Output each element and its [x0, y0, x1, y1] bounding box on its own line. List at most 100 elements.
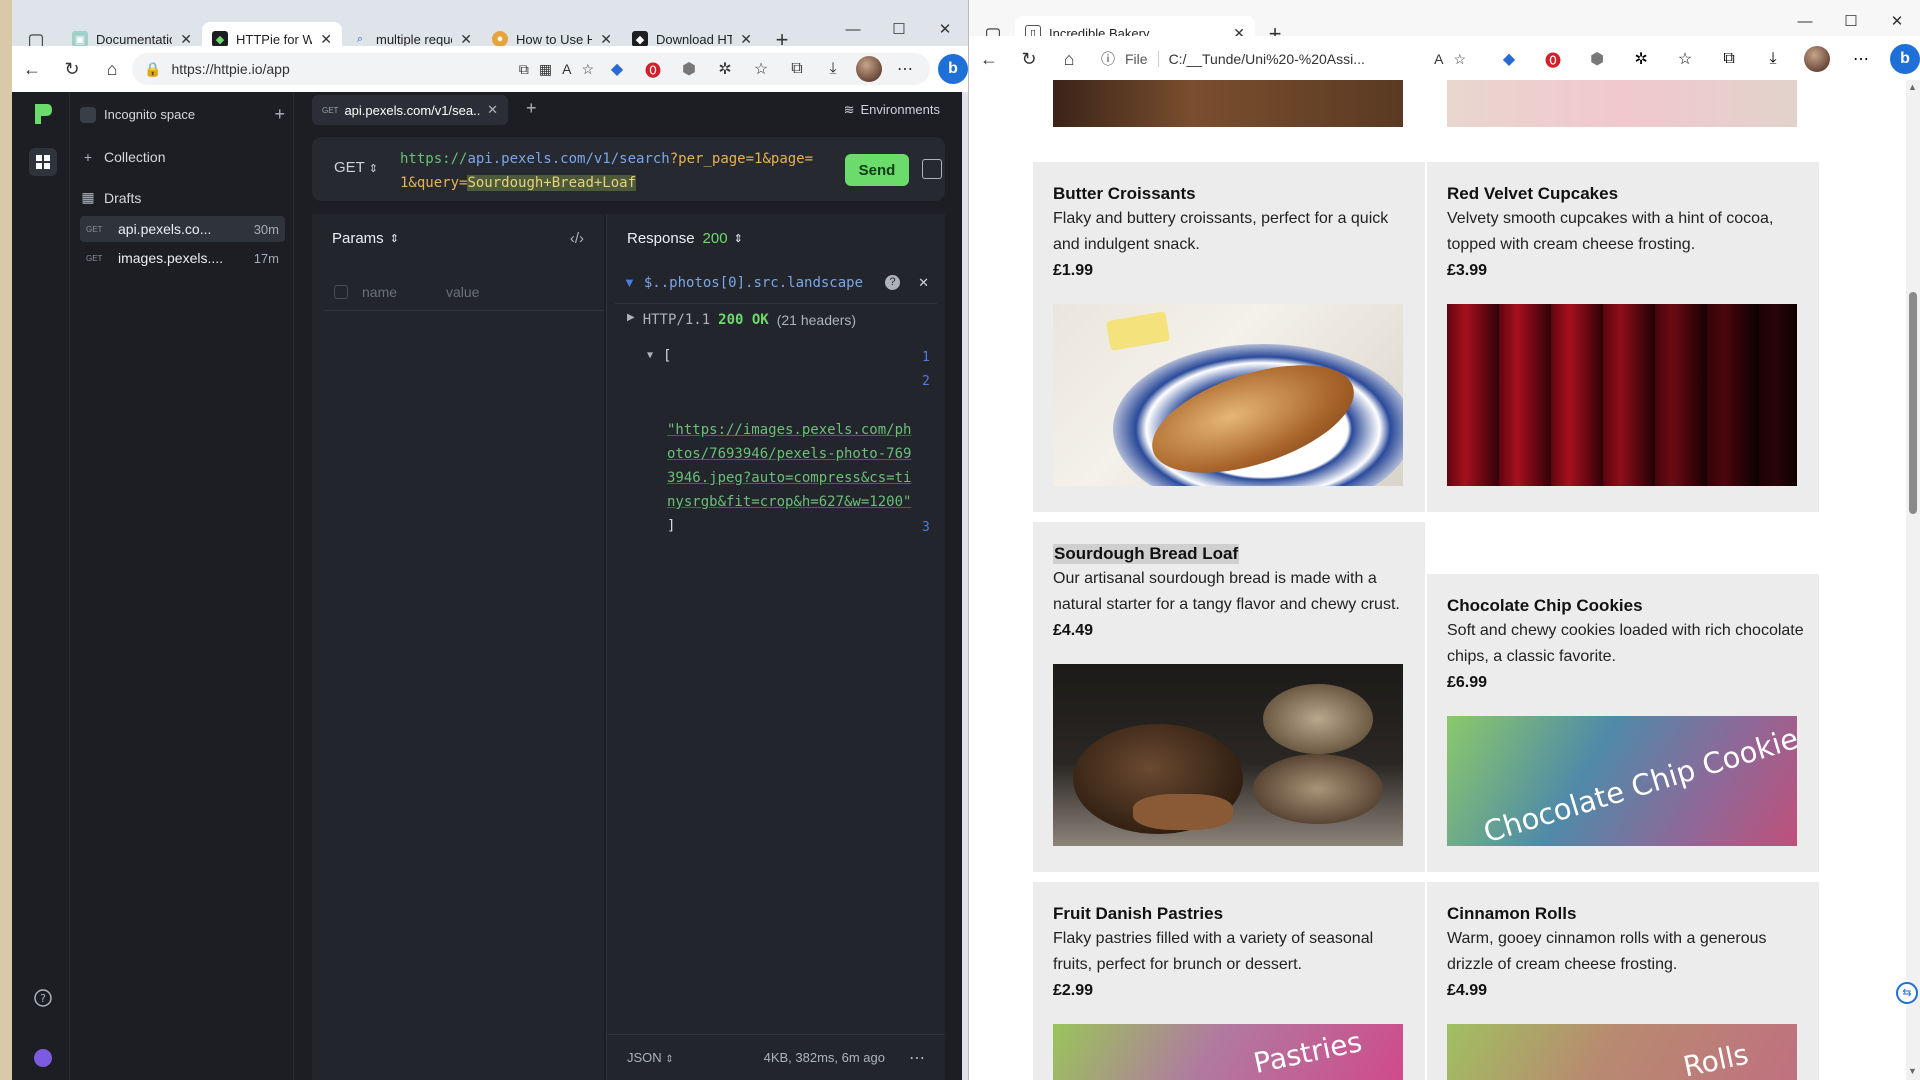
- profile-avatar[interactable]: [856, 56, 882, 82]
- close-icon[interactable]: ✕: [600, 31, 612, 48]
- draft-item-pexels-images[interactable]: GET images.pexels.... 17m: [80, 245, 285, 271]
- environments-button[interactable]: ≋ Environments: [844, 102, 940, 118]
- close-icon[interactable]: ✕: [180, 31, 192, 48]
- drafts-header[interactable]: ▦ Drafts: [80, 189, 285, 206]
- code-view-icon[interactable]: ‹/›: [570, 230, 584, 247]
- app-available-icon[interactable]: ⧉: [519, 61, 529, 78]
- param-name-input[interactable]: name: [362, 284, 432, 300]
- more-options-icon[interactable]: ⋯: [909, 1048, 925, 1068]
- minimize-icon[interactable]: —: [830, 12, 876, 48]
- side-panel-toggle-icon[interactable]: ⇆: [1896, 982, 1918, 1004]
- minimize-icon[interactable]: —: [1782, 4, 1828, 40]
- param-checkbox[interactable]: [334, 285, 348, 299]
- shield-extension-icon[interactable]: ⬢: [1584, 46, 1610, 72]
- profile-avatar[interactable]: [1804, 46, 1830, 72]
- image-caption: Chocolate Chip Cookies: [1479, 716, 1797, 846]
- copilot-icon[interactable]: b: [938, 54, 968, 84]
- scroll-down-icon[interactable]: ▼: [1908, 1066, 1917, 1076]
- close-icon[interactable]: ✕: [460, 31, 472, 48]
- send-button[interactable]: Send: [845, 154, 909, 186]
- more-menu-icon[interactable]: ⋯: [1848, 46, 1874, 72]
- code-snippet-icon[interactable]: [922, 159, 942, 179]
- home-icon[interactable]: ⌂: [92, 53, 132, 85]
- copilot-icon[interactable]: b: [1890, 44, 1920, 74]
- home-icon[interactable]: ⌂: [1049, 43, 1089, 75]
- back-icon[interactable]: ←: [969, 43, 1009, 75]
- extensions-puzzle-icon[interactable]: ✲: [1628, 46, 1654, 72]
- product-description: Soft and chewy cookies loaded with rich …: [1447, 622, 1804, 665]
- collections-icon[interactable]: ⧉: [1716, 46, 1742, 72]
- window-controls: — ☐ ✕: [1782, 4, 1920, 40]
- close-icon[interactable]: ✕: [740, 31, 752, 48]
- method-select[interactable]: GET ⇕: [334, 159, 378, 176]
- close-tab-icon[interactable]: ✕: [487, 102, 498, 118]
- page-scrollbar[interactable]: ▲ ▼: [1906, 80, 1920, 1080]
- address-bar[interactable]: 🔒 https://httpie.io/app ⧉ ▦ A ☆ ◆ ⓿ ⬢ ✲ …: [132, 53, 930, 85]
- status-line[interactable]: ▶ HTTP/1.1 200 OK (21 headers): [627, 312, 856, 328]
- params-tab[interactable]: Params: [332, 230, 384, 247]
- product-description: Warm, gooey cinnamon rolls with a genero…: [1447, 930, 1767, 973]
- grid-icon[interactable]: ▦: [539, 61, 552, 78]
- collections-icon[interactable]: ⧉: [784, 56, 810, 82]
- filter-input[interactable]: $..photos[0].src.landscape: [644, 275, 877, 291]
- product-title: Chocolate Chip Cookies: [1447, 596, 1643, 615]
- pinterest-icon[interactable]: ⓿: [640, 56, 666, 82]
- shield-extension-icon[interactable]: ⬢: [676, 56, 702, 82]
- close-window-icon[interactable]: ✕: [922, 12, 968, 48]
- refresh-icon[interactable]: ↻: [1009, 43, 1049, 75]
- product-price: £1.99: [1053, 262, 1094, 279]
- product-description: Flaky pastries filled with a variety of …: [1053, 930, 1374, 973]
- space-selector[interactable]: Incognito space +: [80, 104, 285, 125]
- chevron-updown-icon: ⇕: [733, 232, 743, 245]
- close-window-icon[interactable]: ✕: [1874, 4, 1920, 40]
- collapse-arrow-icon[interactable]: ▼: [647, 350, 653, 361]
- refresh-icon[interactable]: ↻: [52, 53, 92, 85]
- url-input[interactable]: https://api.pexels.com/v1/search?per_pag…: [400, 147, 820, 195]
- back-icon[interactable]: ←: [12, 53, 52, 85]
- add-space-icon[interactable]: +: [274, 104, 285, 125]
- json-string-url[interactable]: "https://images.pexels.com/photos/769394…: [667, 418, 919, 514]
- pinterest-icon[interactable]: ⓿: [1540, 46, 1566, 72]
- close-icon[interactable]: ✕: [320, 31, 332, 48]
- draft-item-pexels-api[interactable]: GET api.pexels.co... 30m: [80, 216, 285, 242]
- extensions-puzzle-icon[interactable]: ✲: [712, 56, 738, 82]
- clear-filter-icon[interactable]: ✕: [918, 275, 929, 291]
- read-aloud-icon[interactable]: A: [1434, 51, 1443, 67]
- maximize-icon[interactable]: ☐: [876, 12, 922, 48]
- bakery-browser-window: ▢ ▯ Incredible Bakery ✕ + — ☐ ✕ ← ↻ ⌂ ⓘ …: [968, 0, 1920, 1080]
- extension-blue-icon[interactable]: ◆: [604, 56, 630, 82]
- favorite-star-icon[interactable]: ☆: [581, 61, 594, 78]
- product-image-croissant: [1053, 304, 1403, 486]
- workspace-icon[interactable]: [29, 148, 57, 176]
- help-icon[interactable]: ?: [29, 984, 57, 1012]
- extension-blue-icon[interactable]: ◆: [1496, 46, 1522, 72]
- product-card-butter-croissants: Butter Croissants Flaky and buttery croi…: [1033, 162, 1425, 512]
- product-title: Sourdough Bread Loaf: [1053, 544, 1240, 564]
- favorites-icon[interactable]: ☆: [748, 56, 774, 82]
- add-collection-button[interactable]: + Collection: [80, 149, 285, 165]
- more-menu-icon[interactable]: ⋯: [892, 56, 918, 82]
- httpie-icon: ◆: [632, 31, 648, 47]
- scroll-up-icon[interactable]: ▲: [1908, 82, 1917, 92]
- user-avatar-icon[interactable]: [29, 1044, 57, 1072]
- bakery-page: Butter Croissants Flaky and buttery croi…: [969, 80, 1907, 1080]
- product-price: £4.49: [1053, 622, 1094, 639]
- favorite-star-icon[interactable]: ☆: [1454, 51, 1467, 68]
- product-card-cinnamon-rolls: Cinnamon Rolls Warm, gooey cinnamon roll…: [1427, 882, 1819, 1080]
- new-request-tab-icon[interactable]: +: [526, 98, 537, 119]
- request-url-bar: GET ⇕ https://api.pexels.com/v1/search?p…: [312, 137, 945, 201]
- favorites-icon[interactable]: ☆: [1672, 46, 1698, 72]
- param-value-input[interactable]: value: [446, 284, 479, 300]
- scrollbar-thumb[interactable]: [1909, 292, 1917, 514]
- image-caption: Rolls: [1680, 1037, 1752, 1080]
- httpie-app: ? Incognito space + + Collection ▦ Draft…: [12, 92, 962, 1080]
- params-panel: Params ⇕ ‹/› name value: [312, 214, 604, 1080]
- downloads-icon[interactable]: ⤓: [1760, 46, 1786, 72]
- request-tab[interactable]: GET api.pexels.com/v1/sea... ✕: [312, 95, 508, 125]
- downloads-icon[interactable]: ⤓: [820, 56, 846, 82]
- format-select[interactable]: JSON ⇕: [627, 1050, 674, 1065]
- filter-help-icon[interactable]: ?: [885, 275, 901, 290]
- maximize-icon[interactable]: ☐: [1828, 4, 1874, 40]
- address-bar[interactable]: ⓘ File C:/__Tunde/Uni%20-%20Assi... A ☆: [1089, 43, 1479, 75]
- read-aloud-icon[interactable]: A: [562, 61, 571, 77]
